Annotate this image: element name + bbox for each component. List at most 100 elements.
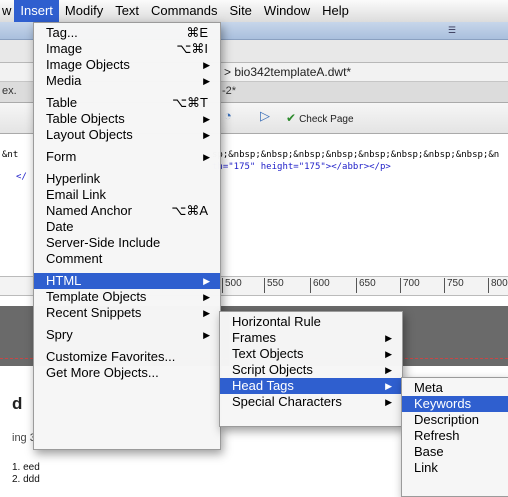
menu-item-label: Tag... (46, 25, 78, 40)
menu-window[interactable]: Window (258, 0, 316, 22)
heading-fragment: d (12, 394, 23, 413)
menu-item-table-objects[interactable]: Table Objects ▶ (34, 111, 220, 127)
menu-item-label: Special Characters (232, 394, 342, 409)
submenu-arrow-icon: ▶ (203, 152, 210, 162)
menu-item-base[interactable]: Base (402, 444, 508, 460)
shortcut-label: ⌥⌘I (176, 41, 208, 56)
menu-item-description[interactable]: Description (402, 412, 508, 428)
code-line: th="175" height="175"></abbr></p> (212, 162, 391, 172)
menu-item-refresh[interactable]: Refresh (402, 428, 508, 444)
menu-item-label: Meta (414, 380, 443, 395)
menu-item-template-objects[interactable]: Template Objects ▶ (34, 289, 220, 305)
shortcut-label: ⌥⌘A (171, 203, 208, 218)
menu-item-label: Hyperlink (46, 171, 101, 186)
menu-help[interactable]: Help (316, 0, 355, 22)
menu-item-label: Layout Objects (46, 127, 133, 142)
menu-window-partial[interactable]: w (0, 0, 14, 22)
submenu-arrow-icon: ▶ (203, 114, 210, 124)
menu-text[interactable]: Text (109, 0, 145, 22)
menu-item-image[interactable]: Image ⌥⌘I (34, 41, 220, 57)
menu-item-tag[interactable]: Tag... ⌘E (34, 25, 220, 41)
menu-item-head-tags[interactable]: Head Tags ▶ (220, 378, 402, 394)
menu-item-named-anchor[interactable]: Named Anchor ⌥⌘A (34, 203, 220, 219)
menu-insert[interactable]: Insert (14, 0, 59, 22)
menu-item-hyperlink[interactable]: Hyperlink (34, 171, 220, 187)
preview-icon[interactable]: ◔ (224, 108, 232, 123)
menu-item-label: Server-Side Include (46, 235, 161, 250)
menu-item-label: Text Objects (232, 346, 304, 361)
menu-item-label: Link (414, 460, 438, 475)
menu-item-media[interactable]: Media ▶ (34, 73, 220, 89)
menu-item-recent-snippets[interactable]: Recent Snippets ▶ (34, 305, 220, 321)
menu-item-script-objects[interactable]: Script Objects ▶ (220, 362, 402, 378)
menu-item-horizontal-rule[interactable]: Horizontal Rule (220, 314, 402, 330)
menu-commands[interactable]: Commands (145, 0, 223, 22)
menu-item-label: Image Objects (46, 57, 130, 72)
submenu-arrow-icon: ▶ (203, 308, 210, 318)
menu-item-text-objects[interactable]: Text Objects ▶ (220, 346, 402, 362)
debug-icon[interactable]: ▷ (260, 108, 270, 124)
menu-bar: w Insert Modify Text Commands Site Windo… (0, 0, 508, 23)
menu-item-email-link[interactable]: Email Link (34, 187, 220, 203)
menu-item-meta[interactable]: Meta (402, 380, 508, 396)
submenu-arrow-icon: ▶ (385, 365, 392, 375)
menu-item-label: Image (46, 41, 83, 56)
menu-item-label: Head Tags (232, 378, 294, 393)
menu-site[interactable]: Site (224, 0, 258, 22)
tab-left-fragment[interactable]: ex. (2, 85, 17, 97)
ruler-tick: 550 (264, 278, 284, 293)
menu-item-label: Refresh (414, 428, 460, 443)
menu-item-form[interactable]: Form ▶ (34, 149, 220, 165)
submenu-arrow-icon: ▶ (385, 349, 392, 359)
ruler-tick: 700 (400, 278, 420, 293)
html-submenu: Horizontal Rule Frames ▶ Text Objects ▶ Scrip… (219, 311, 403, 427)
menu-modify[interactable]: Modify (59, 0, 109, 22)
menu-item-get-more-objects[interactable]: Get More Objects... (34, 365, 220, 381)
ruler-tick: 600 (310, 278, 330, 293)
menu-item-layout-objects[interactable]: Layout Objects ▶ (34, 127, 220, 143)
ruler-tick: 650 (356, 278, 376, 293)
menu-item-comment[interactable]: Comment (34, 251, 220, 267)
menu-item-table[interactable]: Table ⌥⌘T (34, 95, 220, 111)
check-page-button[interactable]: ✔ Check Page (286, 111, 354, 125)
menu-item-frames[interactable]: Frames ▶ (220, 330, 402, 346)
list-item: 2. ddd (12, 474, 40, 485)
submenu-arrow-icon: ▶ (385, 397, 392, 407)
menu-item-label: Media (46, 73, 82, 88)
menu-item-link[interactable]: Link (402, 460, 508, 476)
menu-item-label: Customize Favorites... (46, 349, 176, 364)
code-line: sp;&nbsp;&nbsp;&nbsp;&nbsp;&nbsp;&nbsp;&… (212, 150, 500, 160)
submenu-arrow-icon: ▶ (385, 381, 392, 391)
document-tab[interactable]: -2* (222, 85, 236, 97)
ruler-tick: 500 (222, 278, 242, 293)
submenu-arrow-icon: ▶ (203, 276, 210, 286)
menu-item-customize-favorites[interactable]: Customize Favorites... (34, 349, 220, 365)
menu-item-label: Email Link (46, 187, 106, 202)
menu-item-special-characters[interactable]: Special Characters ▶ (220, 394, 402, 410)
menu-item-keywords[interactable]: Keywords (402, 396, 508, 412)
menu-item-html[interactable]: HTML ▶ (34, 273, 220, 289)
check-page-label: Check Page (299, 114, 354, 125)
list-item: 1. eed (12, 462, 40, 473)
submenu-arrow-icon: ▶ (203, 60, 210, 70)
menu-item-label: Comment (46, 251, 103, 266)
ruler-tick: 800 (488, 278, 508, 293)
menu-item-server-side-include[interactable]: Server-Side Include (34, 235, 220, 251)
code-left-fragment-2: </ (16, 172, 27, 182)
menu-item-label: Frames (232, 330, 277, 345)
code-left-fragment: &nt (2, 150, 19, 160)
submenu-arrow-icon: ▶ (203, 130, 210, 140)
menu-item-label: Named Anchor (46, 203, 132, 218)
menu-item-image-objects[interactable]: Image Objects ▶ (34, 57, 220, 73)
menu-item-label: Horizontal Rule (232, 314, 321, 329)
menu-item-spry[interactable]: Spry ▶ (34, 327, 220, 343)
menu-item-label: Form (46, 149, 77, 164)
submenu-arrow-icon: ▶ (385, 333, 392, 343)
ruler-tick: 750 (444, 278, 464, 293)
menu-item-label: Keywords (414, 396, 472, 411)
shortcut-label: ⌥⌘T (172, 95, 208, 110)
menu-item-label: Recent Snippets (46, 305, 142, 320)
menu-item-label: Description (414, 412, 480, 427)
menu-item-date[interactable]: Date (34, 219, 220, 235)
insert-menu: Tag... ⌘E Image ⌥⌘I Image Objects ▶ Media ▶ Tabl… (33, 22, 221, 450)
